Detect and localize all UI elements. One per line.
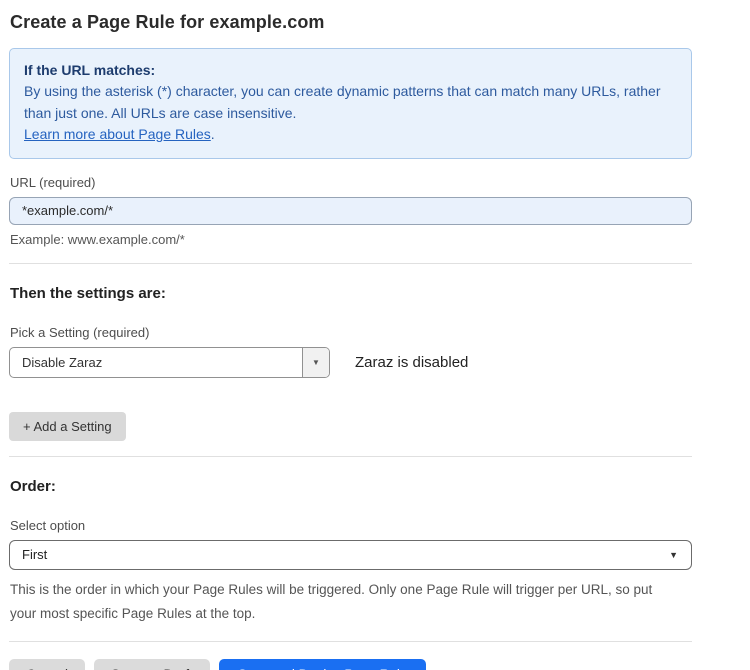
save-as-draft-button[interactable]: Save as Draft — [94, 659, 210, 670]
info-link-line: Learn more about Page Rules. — [24, 124, 677, 146]
info-box-heading: If the URL matches: — [24, 60, 677, 81]
form-actions: Cancel Save as Draft Save and Deploy Pag… — [9, 659, 692, 670]
url-field-label: URL (required) — [10, 175, 692, 190]
setting-select[interactable]: Disable Zaraz ▼ — [9, 347, 330, 378]
setting-picker-label: Pick a Setting (required) — [10, 325, 692, 340]
order-select-label: Select option — [10, 518, 692, 533]
url-match-info-box: If the URL matches: By using the asteris… — [9, 48, 692, 159]
save-and-deploy-button[interactable]: Save and Deploy Page Rule — [219, 659, 427, 670]
chevron-down-icon: ▼ — [669, 550, 678, 560]
add-setting-button[interactable]: + Add a Setting — [9, 412, 126, 441]
url-input[interactable] — [9, 197, 692, 225]
chevron-down-icon[interactable]: ▼ — [302, 348, 329, 377]
setting-row: Disable Zaraz ▼ Zaraz is disabled — [9, 347, 692, 378]
url-example-text: Example: www.example.com/* — [10, 232, 692, 247]
section-divider — [9, 456, 692, 457]
page-title: Create a Page Rule for example.com — [10, 12, 692, 33]
section-divider — [9, 641, 692, 642]
page-rule-form: Create a Page Rule for example.com If th… — [9, 0, 692, 670]
order-help-text: This is the order in which your Page Rul… — [10, 578, 680, 626]
order-select-value: First — [22, 547, 47, 562]
info-box-body: By using the asterisk (*) character, you… — [24, 81, 674, 124]
link-suffix: . — [211, 126, 215, 142]
order-section-heading: Order: — [10, 478, 692, 495]
section-divider — [9, 263, 692, 264]
order-select[interactable]: First ▼ — [9, 540, 692, 570]
setting-select-value: Disable Zaraz — [10, 348, 302, 377]
cancel-button[interactable]: Cancel — [9, 659, 85, 670]
setting-status-text: Zaraz is disabled — [355, 354, 468, 371]
learn-more-link[interactable]: Learn more about Page Rules — [24, 126, 211, 142]
settings-section-heading: Then the settings are: — [10, 285, 692, 302]
